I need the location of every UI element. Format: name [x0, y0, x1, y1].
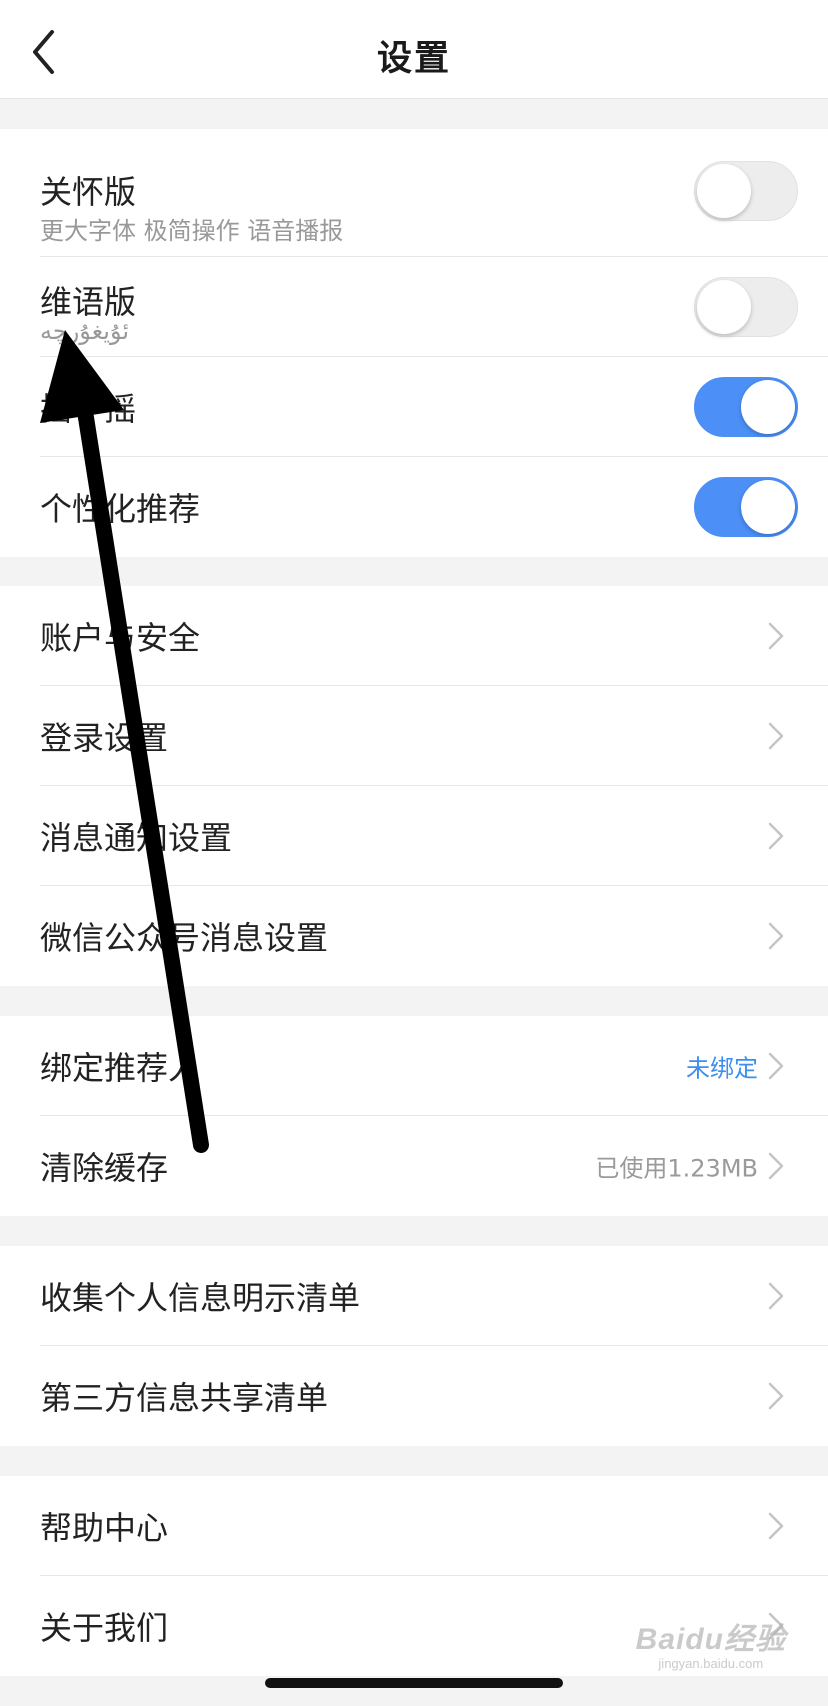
toggle-knob — [741, 380, 795, 434]
row-bind-referrer[interactable]: 绑定推荐人 未绑定 — [0, 1016, 828, 1116]
settings-group-referrer-cache: 绑定推荐人 未绑定 清除缓存 已使用1.23MB — [0, 1016, 828, 1216]
row-label-shake: 摇一摇 — [40, 390, 137, 428]
watermark: Baidu经验 jingyan.baidu.com — [636, 1614, 786, 1671]
home-indicator — [265, 1678, 563, 1688]
care-mode-toggle[interactable] — [694, 161, 798, 221]
page-title: 设置 — [376, 39, 451, 79]
watermark-sub: jingyan.baidu.com — [658, 1656, 764, 1671]
row-login-settings[interactable]: 登录设置 — [0, 686, 828, 786]
watermark-main: Baidu经验 — [635, 1623, 786, 1656]
row-label-care-mode: 关怀版 — [40, 173, 137, 211]
row-notification-settings[interactable]: 消息通知设置 — [0, 786, 828, 886]
row-label-account-security: 账户与安全 — [40, 619, 201, 657]
row-label-notification-settings: 消息通知设置 — [40, 819, 233, 857]
chevron-right-icon — [766, 620, 786, 652]
settings-group-display: 关怀版 更大字体 极简操作 语音播报 维语版 ئۇيغۇرچە 摇一摇 个性化推… — [0, 129, 828, 557]
row-label-personal-info-list: 收集个人信息明示清单 — [40, 1279, 361, 1317]
row-personalized-recommendation[interactable]: 个性化推荐 — [0, 457, 828, 557]
chevron-right-icon — [766, 820, 786, 852]
toggle-knob — [697, 164, 751, 218]
uyghur-mode-toggle[interactable] — [694, 277, 798, 337]
row-care-mode[interactable]: 关怀版 更大字体 极简操作 语音播报 — [0, 129, 828, 257]
chevron-right-icon — [766, 1050, 786, 1082]
row-wechat-message-settings[interactable]: 微信公众号消息设置 — [0, 886, 828, 986]
settings-group-account: 账户与安全 登录设置 消息通知设置 微信公众号消息设置 — [0, 586, 828, 986]
toggle-knob — [741, 480, 795, 534]
chevron-right-icon — [766, 1280, 786, 1312]
settings-group-privacy: 收集个人信息明示清单 第三方信息共享清单 — [0, 1246, 828, 1446]
row-help-center[interactable]: 帮助中心 — [0, 1476, 828, 1576]
shake-toggle[interactable] — [694, 377, 798, 437]
chevron-right-icon — [766, 1380, 786, 1412]
toggle-knob — [697, 280, 751, 334]
chevron-right-icon — [766, 1510, 786, 1542]
row-label-login-settings: 登录设置 — [40, 719, 169, 757]
row-clear-cache[interactable]: 清除缓存 已使用1.23MB — [0, 1116, 828, 1216]
row-personal-info-list[interactable]: 收集个人信息明示清单 — [0, 1246, 828, 1346]
personalized-recommendation-toggle[interactable] — [694, 477, 798, 537]
row-label-about-us: 关于我们 — [40, 1609, 169, 1647]
row-third-party-sharing-list[interactable]: 第三方信息共享清单 — [0, 1346, 828, 1446]
row-label-wechat-message-settings: 微信公众号消息设置 — [40, 919, 329, 957]
chevron-right-icon — [766, 920, 786, 952]
row-uyghur-mode[interactable]: 维语版 ئۇيغۇرچە — [0, 257, 828, 357]
row-label-clear-cache: 清除缓存 — [40, 1149, 169, 1187]
row-sub-care-mode: 更大字体 极简操作 语音播报 — [40, 217, 344, 245]
row-label-personalized-recommendation: 个性化推荐 — [40, 490, 201, 528]
referrer-status: 未绑定 — [686, 1054, 758, 1083]
row-sub-uyghur-mode: ئۇيغۇرچە — [40, 317, 130, 345]
row-shake[interactable]: 摇一摇 — [0, 357, 828, 457]
chevron-right-icon — [766, 720, 786, 752]
cache-size: 已使用1.23MB — [595, 1154, 758, 1183]
nav-bar: 设置 — [0, 0, 828, 99]
row-label-bind-referrer: 绑定推荐人 — [40, 1049, 201, 1087]
chevron-right-icon — [766, 1150, 786, 1182]
row-label-help-center: 帮助中心 — [40, 1509, 169, 1547]
row-account-security[interactable]: 账户与安全 — [0, 586, 828, 686]
row-label-third-party-sharing-list: 第三方信息共享清单 — [40, 1379, 329, 1417]
